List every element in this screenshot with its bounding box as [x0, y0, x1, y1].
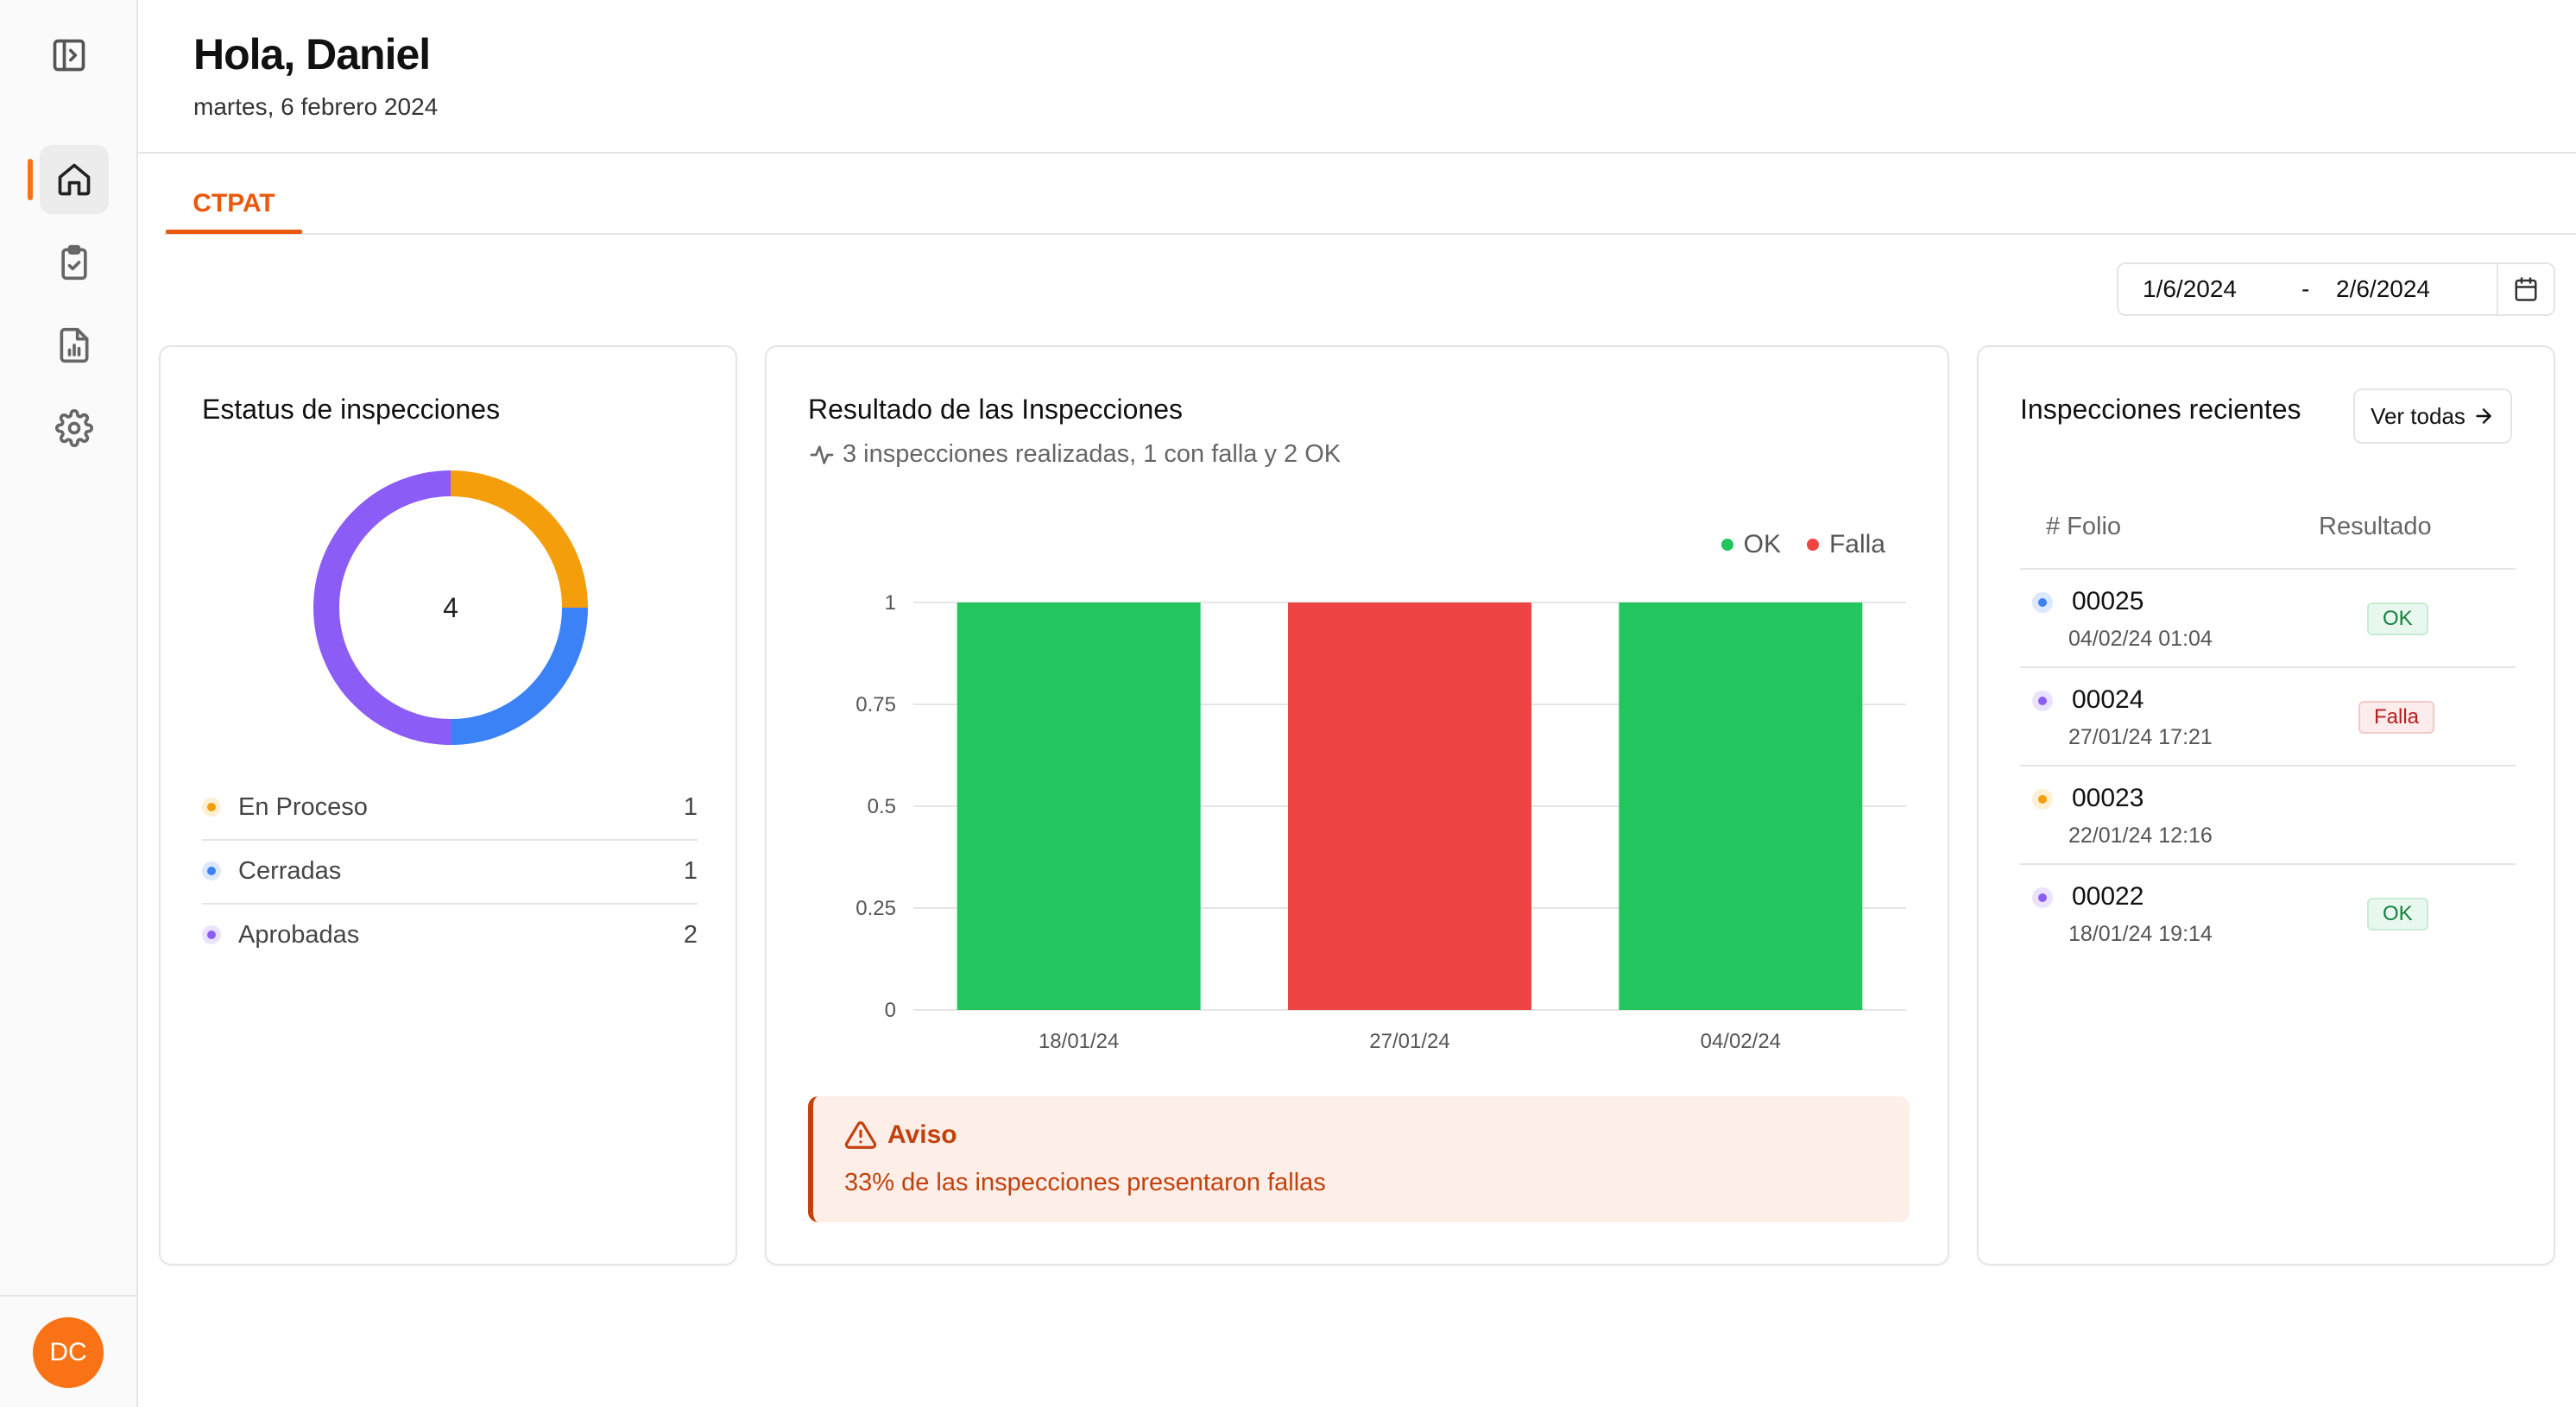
row-date: 22/01/24 12:16: [2068, 823, 2213, 848]
table-row[interactable]: 00022 18/01/24 19:14 OK: [2020, 865, 2516, 963]
status-dot: [2032, 691, 2053, 711]
donut-total: 4: [443, 591, 458, 623]
warning-triangle-icon: [844, 1121, 877, 1149]
table-row[interactable]: 00024 27/01/24 17:21 Falla: [2020, 668, 2516, 767]
legend-dot: [202, 925, 221, 944]
gear-icon: [55, 409, 93, 447]
status-card-title: Estatus de inspecciones: [202, 394, 501, 425]
x-tick-label: 27/01/24: [1369, 1030, 1449, 1053]
bar-ok[interactable]: [957, 603, 1201, 1010]
row-folio: 00022: [2072, 882, 2144, 911]
row-folio: 00025: [2072, 587, 2144, 615]
calendar-icon: [2515, 277, 2537, 301]
bar-ok[interactable]: [1619, 603, 1863, 1010]
legend-count: 2: [683, 920, 698, 949]
status-dot: [2032, 789, 2053, 810]
panel-toggle-icon: [53, 39, 85, 72]
bar-falla[interactable]: [1288, 603, 1531, 1010]
tabs-divider: [164, 233, 2576, 235]
tab-active-underline: [166, 230, 302, 234]
header-divider: [138, 152, 2576, 154]
date-range-separator: -: [2301, 275, 2310, 302]
result-badge: OK: [2367, 603, 2428, 635]
status-donut-chart: 4: [311, 468, 590, 748]
row-date: 27/01/24 17:21: [2068, 725, 2213, 749]
sidebar-item-home[interactable]: [40, 145, 109, 214]
report-chart-icon: [60, 327, 89, 363]
home-icon: [58, 163, 91, 196]
row-folio: 00024: [2072, 685, 2144, 714]
clipboard-check-icon: [61, 244, 87, 281]
row-folio: 00023: [2072, 784, 2144, 812]
sidebar-active-indicator: [28, 159, 33, 200]
legend-label: En Proceso: [238, 792, 368, 821]
recent-inspections-card: Inspecciones recientes Ver todas # Folio…: [1977, 345, 2555, 1265]
x-tick-label: 04/02/24: [1701, 1030, 1781, 1053]
legend-item-cerradas: Cerradas 1: [202, 839, 698, 903]
results-bar-chart: 0 0.25 0.5 0.75 1 18/01/24 27/01/24 04/02/24: [856, 591, 1906, 1053]
y-tick-label: 1: [885, 591, 896, 615]
sidebar-item-settings[interactable]: [40, 394, 109, 463]
status-dot: [2032, 887, 2053, 908]
date-range-end[interactable]: 2/6/2024: [2336, 275, 2430, 303]
row-date: 04/02/24 01:04: [2068, 627, 2213, 651]
column-header-resultado: Resultado: [2319, 513, 2432, 540]
column-header-folio: # Folio: [2046, 513, 2122, 540]
legend-item-aprobadas: Aprobadas 2: [202, 903, 698, 967]
legend-label: Aprobadas: [238, 920, 360, 949]
legend-count: 1: [683, 856, 698, 885]
warning-alert-title: Aviso: [844, 1119, 957, 1151]
view-all-button[interactable]: Ver todas: [2353, 388, 2512, 444]
arrow-right-icon: [2476, 408, 2491, 424]
warning-title-text: Aviso: [887, 1120, 957, 1149]
calendar-button[interactable]: [2497, 264, 2554, 314]
view-all-label: Ver todas: [2371, 402, 2466, 429]
y-tick-label: 0.25: [856, 897, 896, 920]
legend-count: 1: [683, 792, 698, 821]
date-range-start[interactable]: 1/6/2024: [2143, 275, 2237, 303]
result-badge: Falla: [2358, 701, 2435, 734]
date-range-picker[interactable]: 1/6/2024 - 2/6/2024: [2117, 262, 2555, 316]
table-row[interactable]: 00023 22/01/24 12:16: [2020, 767, 2516, 865]
row-date: 18/01/24 19:14: [2068, 922, 2213, 946]
y-tick-label: 0: [885, 999, 896, 1022]
warning-alert-message: 33% de las inspecciones presentaron fall…: [844, 1169, 1326, 1196]
x-tick-label: 18/01/24: [1039, 1030, 1119, 1053]
result-badge: OK: [2367, 898, 2428, 931]
sidebar-item-inspections[interactable]: [40, 228, 109, 297]
results-card: Resultado de las Inspecciones 3 inspecci…: [765, 345, 1949, 1265]
sidebar-divider: [0, 1295, 138, 1297]
legend-label: Cerradas: [238, 856, 342, 885]
table-row[interactable]: 00025 04/02/24 01:04 OK: [2020, 570, 2516, 668]
sidebar-item-reports[interactable]: [40, 311, 109, 380]
tab-ctpat[interactable]: CTPAT: [166, 173, 302, 235]
y-tick-label: 0.75: [856, 693, 896, 716]
current-date: martes, 6 febrero 2024: [193, 93, 439, 120]
legend-dot: [202, 798, 221, 817]
sidebar-toggle-button[interactable]: [35, 21, 104, 90]
sidebar: DC: [0, 0, 138, 1407]
user-avatar[interactable]: DC: [33, 1317, 104, 1388]
status-card: Estatus de inspecciones 4 En Proceso 1 C…: [159, 345, 737, 1265]
legend-dot: [202, 861, 221, 880]
recent-card-title: Inspecciones recientes: [2020, 394, 2301, 425]
warning-alert: Aviso 33% de las inspecciones presentaro…: [808, 1096, 1910, 1222]
y-tick-label: 0.5: [868, 795, 896, 818]
page-title: Hola, Daniel: [193, 30, 431, 79]
legend-item-en-proceso: En Proceso 1: [202, 775, 698, 839]
status-dot: [2032, 592, 2053, 613]
